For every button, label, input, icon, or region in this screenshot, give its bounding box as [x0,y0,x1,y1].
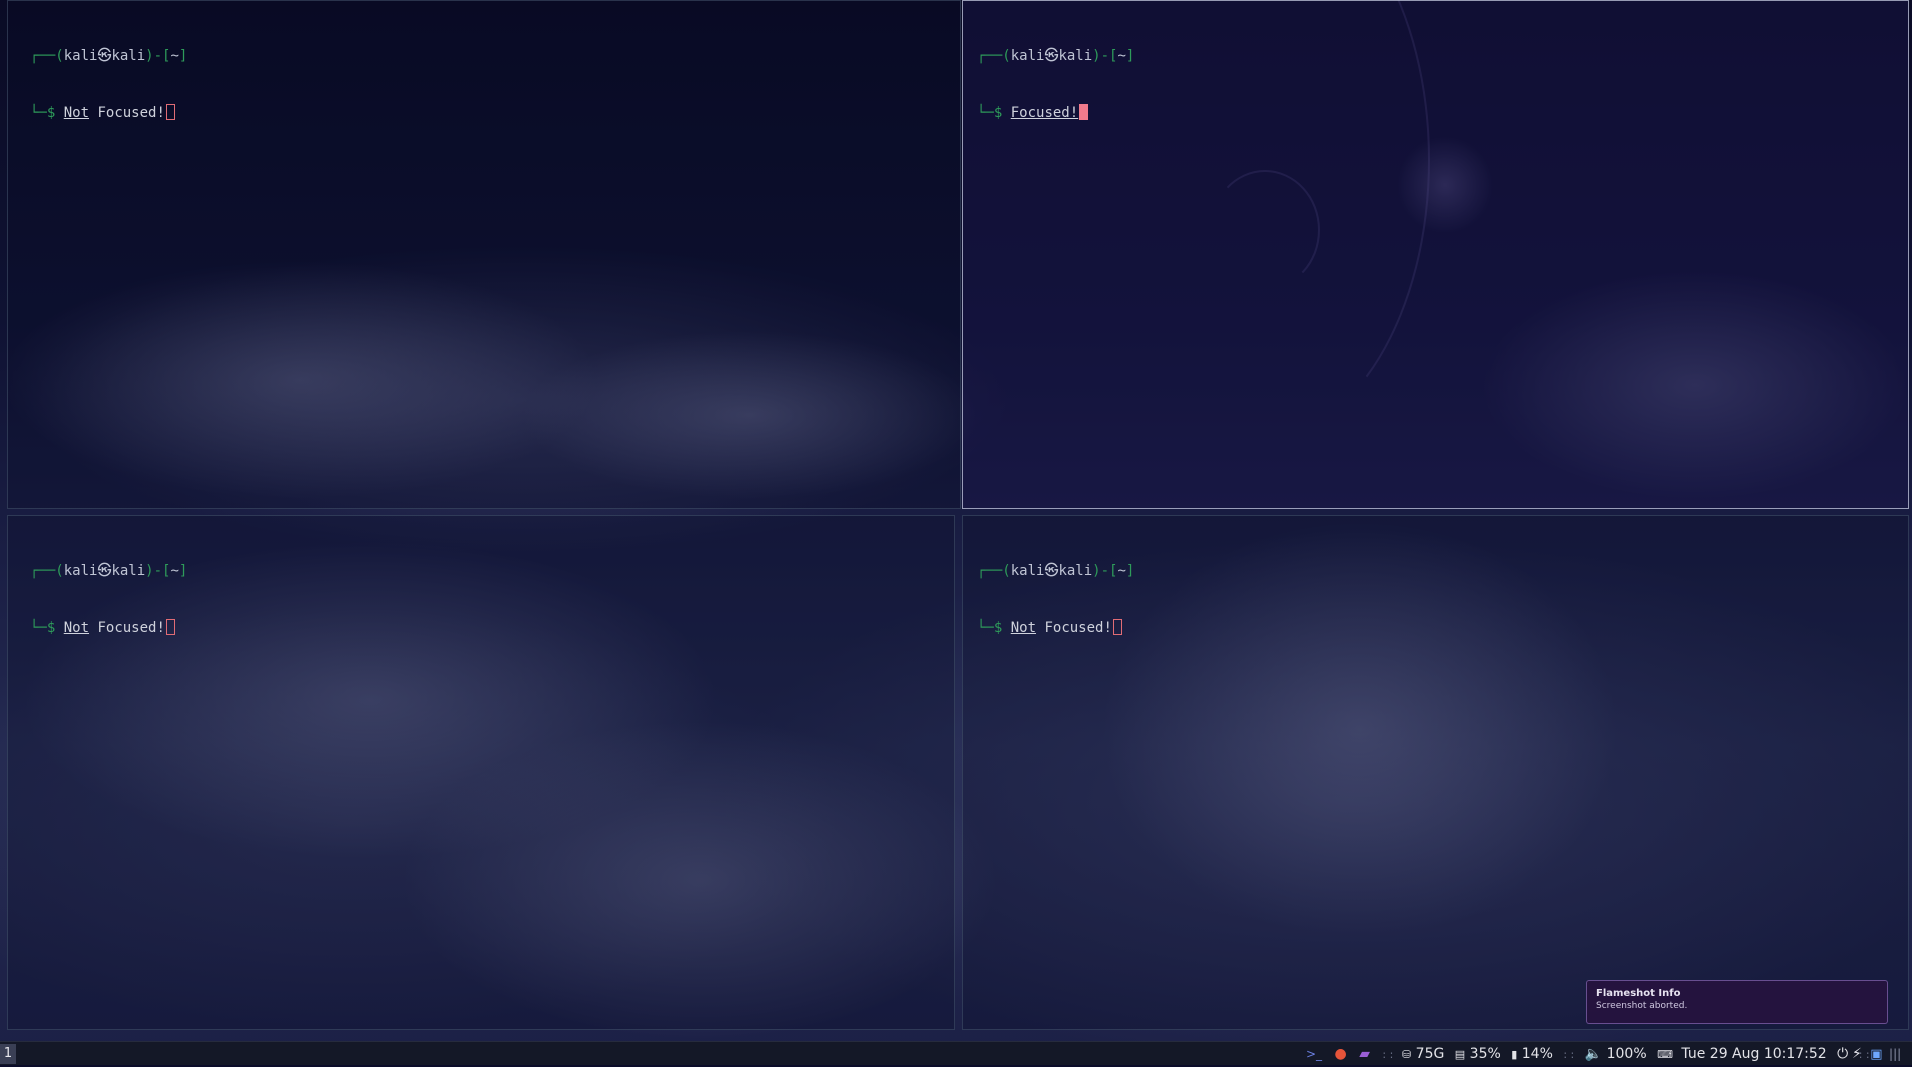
prompt-line-2: └─$ Not Focused! [30,104,187,123]
clock[interactable]: Tue 29 Aug 10:17:52 [1681,1046,1826,1062]
flameshot-notification[interactable]: Flameshot Info Screenshot aborted. [1586,980,1888,1024]
prompt-at-symbol: ㉿ [1044,563,1059,579]
terminal-cursor [1112,619,1122,635]
prompt-user: kali [63,563,98,579]
prompt-line-1: ┌──(kali㉿kali)-[~] [977,563,1135,579]
separator: : : [1382,1048,1394,1061]
prompt-directory: ~ [170,48,179,64]
prompt-line-1: ┌──(kali㉿kali)-[~] [977,48,1135,64]
prompt-host: kali [1058,563,1093,579]
tray-launchers: >_ ● ▰ : : [1306,1042,1393,1066]
prompt-at-symbol: ㉿ [97,563,112,579]
command-word: Not [63,620,90,636]
notification-title: Flameshot Info [1596,988,1681,999]
volume-icon[interactable]: 🔈 [1585,1042,1602,1066]
memory-usage: 35% [1469,1046,1501,1062]
prompt-directory: ~ [1117,563,1126,579]
terminal-pane-bottom-left[interactable]: ┌──(kali㉿kali)-[~] └─$ Not Focused! [7,515,955,1030]
command-word: Not [1010,620,1037,636]
command-word: Focused! [1044,620,1112,636]
firefox-icon[interactable]: ● [1335,1042,1347,1066]
prompt-line-2: └─$ Focused! [977,104,1134,123]
prompt-directory: ~ [170,563,179,579]
terminal-cursor [1079,104,1089,120]
prompt-line-1: ┌──(kali㉿kali)-[~] [30,563,188,579]
terminal-content: ┌──(kali㉿kali)-[~] └─$ Not Focused! [30,524,187,676]
disk-icon: ⛁ [1402,1048,1412,1061]
prompt-line-1: ┌──(kali㉿kali)-[~] [30,48,188,64]
prompt-host: kali [111,48,146,64]
command-word: Focused! [97,105,165,121]
command-word: Focused! [1010,105,1079,121]
prompt-user: kali [1010,563,1045,579]
prompt-user: kali [1010,48,1045,64]
prompt-line-2: └─$ Not Focused! [977,619,1134,638]
battery-icon: ▮ [1511,1048,1518,1061]
prompt-at-symbol: ㉿ [1044,48,1059,64]
terminal-cursor [165,619,175,635]
notification-body: Screenshot aborted. [1596,1001,1688,1011]
prompt-host: kali [111,563,146,579]
tray-icons-right: ⚡ ▣ ||| [1852,1042,1901,1066]
terminal-pane-top-left[interactable]: ┌──(kali㉿kali)-[~] └─$ Not Focused! [7,0,961,509]
prompt-directory: ~ [1117,48,1126,64]
kali-dragon-icon[interactable]: ⚡ [1852,1042,1862,1066]
command-word: Not [63,105,90,121]
terminal-cursor [165,104,175,120]
terminal-pane-top-right[interactable]: ┌──(kali㉿kali)-[~] └─$ Focused! [962,0,1909,509]
workspace-button[interactable]: 1 [0,1044,16,1064]
terminal-content: ┌──(kali㉿kali)-[~] └─$ Focused! [977,9,1134,161]
tray-status: ⛁ 75G ▤ 35% ▮ 14% : : 🔈 100% ⌨ Tue 29 Au… [1402,1042,1870,1066]
prompt-dollar: $ [993,620,1003,636]
network-icon[interactable]: ▣ [1870,1043,1882,1067]
volume-level[interactable]: 100% [1607,1046,1647,1062]
terminal-content: ┌──(kali㉿kali)-[~] └─$ Not Focused! [977,524,1134,676]
terminal-launcher-icon[interactable]: >_ [1306,1042,1322,1066]
disk-free: 75G [1415,1046,1445,1062]
command-word: Focused! [97,620,165,636]
prompt-host: kali [1058,48,1093,64]
prompt-dollar: $ [993,105,1003,121]
power-icon[interactable]: ⏻ [1837,1042,1848,1066]
prompt-dollar: $ [46,620,56,636]
prompt-user: kali [63,48,98,64]
prompt-line-2: └─$ Not Focused! [30,619,187,638]
keyboard-icon[interactable]: ⌨ [1657,1043,1673,1067]
prompt-at-symbol: ㉿ [97,48,112,64]
taskbar: 1 >_ ● ▰ : : ⛁ 75G ▤ 35% ▮ 14% : : 🔈 100… [0,1041,1912,1065]
app-grid-icon[interactable]: ||| [1889,1042,1901,1066]
file-manager-icon[interactable]: ▰ [1359,1042,1370,1066]
battery-level: 14% [1521,1046,1553,1062]
prompt-dollar: $ [46,105,56,121]
memory-icon: ▤ [1454,1048,1466,1061]
terminal-pane-bottom-right[interactable]: ┌──(kali㉿kali)-[~] └─$ Not Focused! [962,515,1909,1030]
terminal-content: ┌──(kali㉿kali)-[~] └─$ Not Focused! [30,9,187,161]
separator: : : [1563,1048,1575,1061]
